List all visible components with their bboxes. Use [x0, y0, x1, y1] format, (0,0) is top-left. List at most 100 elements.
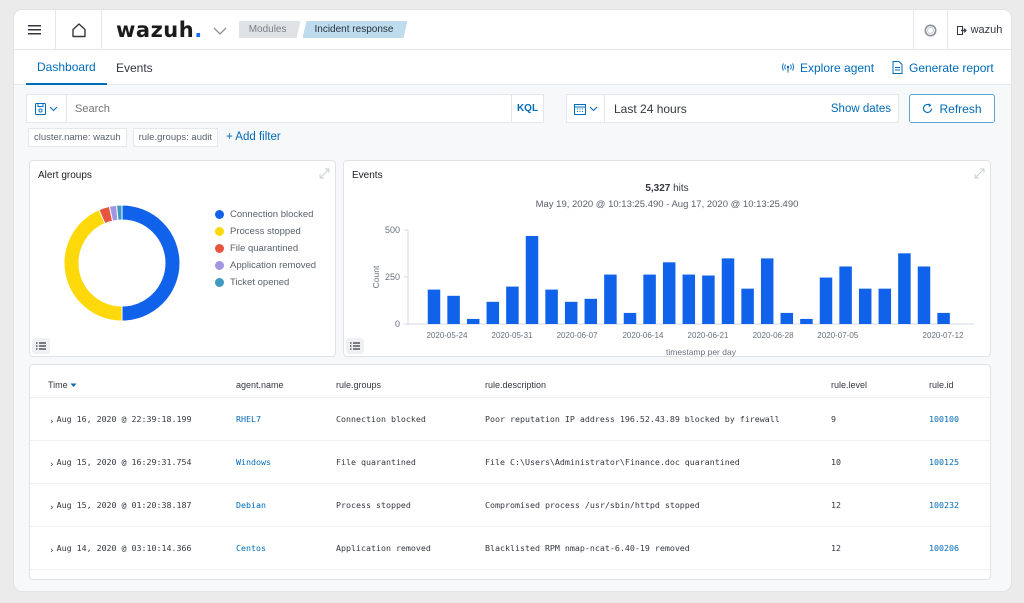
bar[interactable]: [486, 301, 500, 324]
tab-dashboard[interactable]: Dashboard: [26, 50, 107, 85]
bar[interactable]: [741, 288, 754, 324]
toggle-legend-button[interactable]: [32, 338, 50, 354]
home-button[interactable]: [56, 10, 102, 50]
legend-item[interactable]: Process stopped: [215, 223, 316, 240]
bar[interactable]: [937, 312, 950, 324]
rule-id-link[interactable]: 100232: [929, 500, 959, 510]
legend-item[interactable]: Application removed: [215, 257, 316, 274]
rule-description-cell: Poor reputation IP address 196.52.43.89 …: [485, 414, 780, 424]
chevron-down-icon: [213, 27, 227, 35]
user-menu-button[interactable]: wazuh: [947, 10, 1011, 50]
expand-panel-button[interactable]: [319, 166, 330, 184]
expand-row-icon[interactable]: ›: [50, 546, 54, 556]
y-tick-label: 250: [385, 272, 400, 282]
time-value: Aug 15, 2020 @ 01:20:38.187: [56, 500, 192, 510]
saved-query-button[interactable]: [27, 95, 67, 122]
column-header-rule-description[interactable]: rule.description: [485, 380, 546, 390]
donut-slice-ticket-opened[interactable]: [115, 204, 123, 221]
help-button[interactable]: [913, 10, 947, 50]
bar[interactable]: [447, 295, 460, 324]
bar[interactable]: [878, 288, 892, 324]
time-value: Aug 14, 2020 @ 03:10:14.366: [56, 543, 192, 553]
bar[interactable]: [623, 312, 637, 324]
time-range-value[interactable]: Last 24 hours: [605, 102, 831, 116]
date-picker: Last 24 hours Show dates: [566, 94, 899, 123]
x-axis-label: timestamp per day: [666, 347, 737, 357]
agent-name-link[interactable]: RHEL7: [236, 414, 261, 424]
bar[interactable]: [427, 289, 441, 324]
column-header-time[interactable]: Time: [48, 380, 77, 390]
agent-name-link[interactable]: Centos: [236, 543, 266, 553]
generate-report-button[interactable]: Generate report: [892, 50, 994, 85]
donut-slice-connection-blocked[interactable]: [121, 204, 181, 322]
x-tick-label: 2020-06-07: [557, 331, 598, 340]
agent-name-link[interactable]: Debian: [236, 500, 266, 510]
rule-level-cell: 9: [831, 414, 836, 424]
toggle-legend-button[interactable]: [346, 338, 364, 354]
app-window: wazuh. Modules Incident response wazuh D…: [14, 10, 1011, 591]
bar[interactable]: [545, 289, 558, 324]
menu-button[interactable]: [14, 10, 56, 50]
bar[interactable]: [506, 286, 519, 324]
rule-group-cell: Process stopped: [336, 500, 411, 510]
donut-slice-process-stopped[interactable]: [63, 209, 123, 322]
bar[interactable]: [525, 236, 539, 324]
bar[interactable]: [466, 318, 480, 324]
bar[interactable]: [819, 277, 833, 324]
tab-events[interactable]: Events: [116, 50, 153, 85]
legend-item[interactable]: File quarantined: [215, 240, 316, 257]
logout-icon: [956, 25, 967, 35]
logo-menu-button[interactable]: [213, 22, 227, 38]
expand-row-icon[interactable]: ›: [50, 460, 54, 470]
bar[interactable]: [682, 274, 696, 324]
explore-agent-button[interactable]: Explore agent: [782, 50, 874, 85]
quick-select-button[interactable]: [567, 95, 605, 122]
expand-row-icon[interactable]: ›: [50, 417, 54, 427]
kql-toggle-button[interactable]: KQL: [511, 95, 543, 122]
table-row[interactable]: › Aug 15, 2020 @ 16:29:31.754 Windows File …: [30, 441, 990, 484]
legend-item[interactable]: Ticket opened: [215, 274, 316, 291]
table-row[interactable]: › Aug 16, 2020 @ 22:39:18.199 RHEL7 Connect…: [30, 398, 990, 441]
add-filter-button[interactable]: + Add filter: [226, 131, 281, 143]
bar[interactable]: [604, 274, 617, 324]
time-cell: › Aug 15, 2020 @ 01:20:38.187: [50, 500, 192, 513]
search-input[interactable]: [67, 102, 511, 115]
rule-id-link[interactable]: 100206: [929, 543, 959, 553]
agent-name-link[interactable]: Windows: [236, 457, 271, 467]
bar[interactable]: [858, 288, 872, 324]
refresh-button[interactable]: Refresh: [909, 94, 995, 123]
bar[interactable]: [760, 258, 774, 324]
filter-pill[interactable]: cluster.name: wazuh: [28, 127, 127, 147]
bar[interactable]: [839, 266, 852, 324]
bar[interactable]: [702, 275, 715, 324]
rule-id-link[interactable]: 100125: [929, 457, 959, 467]
expand-icon: [319, 168, 330, 179]
y-tick-label: 0: [395, 319, 400, 329]
bar[interactable]: [917, 266, 931, 324]
bar[interactable]: [898, 253, 911, 324]
table-row[interactable]: › Aug 15, 2020 @ 01:20:38.187 Debian Proces…: [30, 484, 990, 527]
filter-pill[interactable]: rule.groups: audit: [132, 127, 219, 147]
column-header-rule-id[interactable]: rule.id: [929, 380, 954, 390]
legend-label: Connection blocked: [230, 209, 314, 220]
wazuh-logo[interactable]: wazuh.: [116, 18, 203, 42]
breadcrumb-modules[interactable]: Modules: [239, 21, 301, 38]
time-cell: › Aug 14, 2020 @ 03:10:14.366: [50, 543, 192, 556]
x-tick-label: 2020-05-24: [426, 331, 467, 340]
table-row[interactable]: › Aug 14, 2020 @ 03:10:14.366 Centos Applic…: [30, 527, 990, 570]
legend-item[interactable]: Connection blocked: [215, 206, 316, 223]
bar[interactable]: [584, 298, 598, 324]
rule-id-link[interactable]: 100100: [929, 414, 959, 424]
column-header-rule-level[interactable]: rule.level: [831, 380, 867, 390]
column-header-agent-name[interactable]: agent.name: [236, 380, 284, 390]
bar[interactable]: [662, 262, 676, 324]
bar[interactable]: [643, 274, 656, 324]
bar[interactable]: [721, 258, 735, 324]
column-header-rule-groups[interactable]: rule.groups: [336, 380, 381, 390]
bar[interactable]: [800, 318, 813, 324]
show-dates-button[interactable]: Show dates: [831, 103, 898, 115]
bar[interactable]: [564, 301, 578, 324]
bar[interactable]: [780, 312, 794, 324]
hamburger-icon: [28, 25, 41, 35]
expand-row-icon[interactable]: ›: [50, 503, 54, 513]
